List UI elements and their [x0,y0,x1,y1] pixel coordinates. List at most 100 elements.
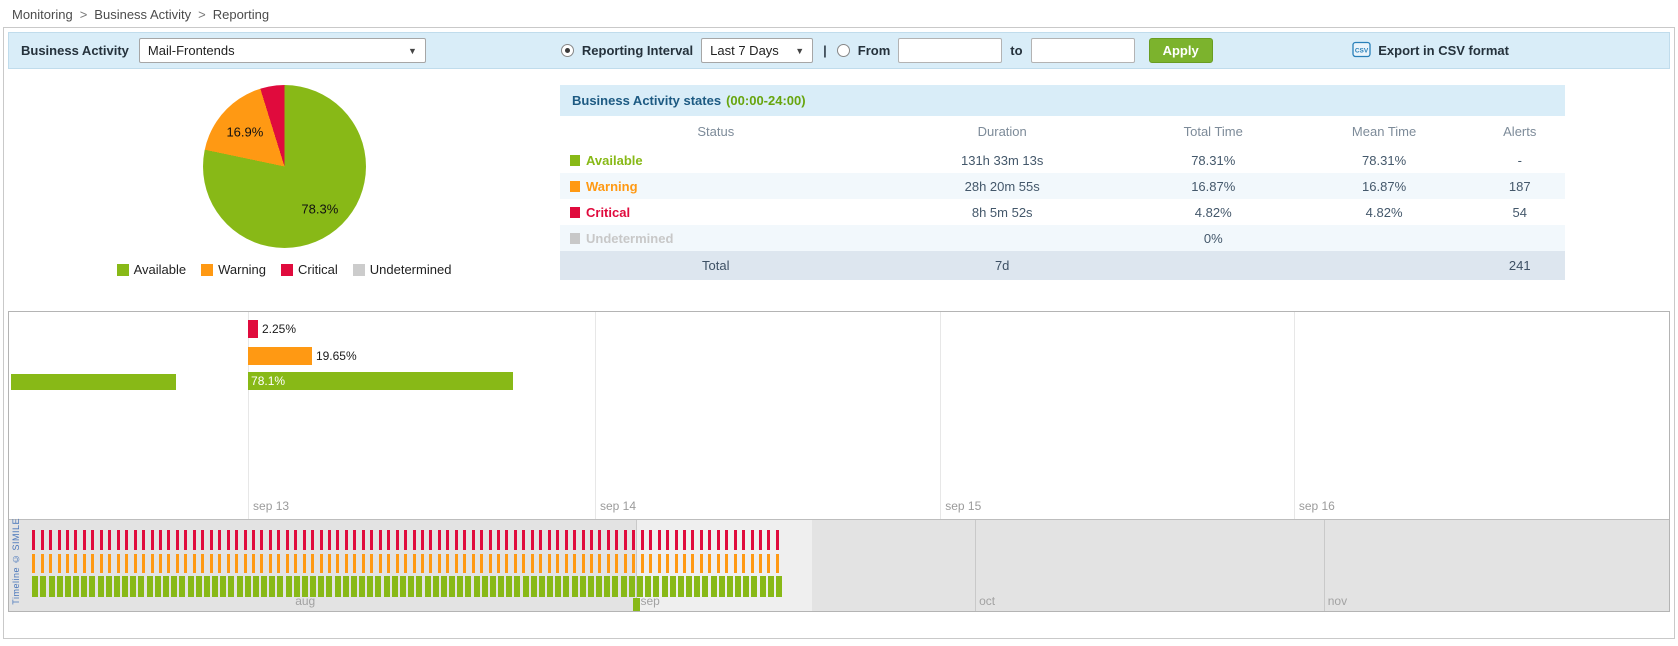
timeline-tick [294,530,297,550]
breadcrumb-reporting[interactable]: Reporting [213,7,269,22]
timeline-tick [700,554,703,573]
timeline-tick [269,576,275,597]
timeline-date-label: sep 14 [600,499,636,513]
timeline-tick [624,530,627,550]
timeline-tick [555,576,561,597]
column-header-total-time: Total Time [1133,116,1294,147]
mean-time-value: 78.31% [1294,147,1475,173]
legend-swatch [201,264,213,276]
timeline-tick [675,554,678,573]
reporting-interval-radio[interactable] [561,44,574,57]
custom-range-radio[interactable] [837,44,850,57]
timeline-tick [345,554,348,573]
timeline-tick [658,554,661,573]
to-label: to [1010,43,1022,58]
timeline-tick [66,554,69,573]
reporting-interval-select[interactable]: Last 7 Days ▼ [701,38,813,63]
timeline-tick [49,530,52,550]
table-row-total: Total 7d 241 [560,251,1565,280]
timeline-tick [387,554,390,573]
interval-controls: Reporting Interval Last 7 Days ▼ | From … [561,38,1213,63]
timeline-tick [83,554,86,573]
breadcrumb: Monitoring>Business Activity>Reporting [0,0,1678,27]
availability-pie-chart: 16.9%78.3% [203,85,366,248]
timeline-tick [563,576,569,597]
timeline-tick [125,530,128,550]
timeline-tick [65,576,71,597]
timeline-tick [547,576,553,597]
timeline-month-label: oct [979,594,995,608]
timeline-tick [686,576,692,597]
export-csv-button[interactable]: CSV Export in CSV format [1352,41,1509,61]
timeline-lower-band[interactable]: augsepoctnov [9,519,1669,611]
breadcrumb-monitoring[interactable]: Monitoring [12,7,73,22]
timeline-tick [303,530,306,550]
timeline-tick [489,530,492,550]
timeline-tick [40,576,46,597]
business-activity-label: Business Activity [21,43,129,58]
timeline-tick [433,576,439,597]
reporting-interval-label: Reporting Interval [582,43,693,58]
timeline-tick [670,576,676,597]
timeline-tick [193,530,196,550]
timeline-tick [717,530,720,550]
timeline-tick [286,554,289,573]
timeline-tick [58,554,61,573]
summary-section: 16.9%78.3% AvailableWarningCriticalUndet… [8,69,1670,295]
timeline-tick [89,576,95,597]
timeline-tick [641,554,644,573]
timeline-tick [768,576,774,597]
timeline-bar-label: 78.1% [251,374,285,388]
timeline-tick [438,554,441,573]
timeline-tick [74,530,77,550]
timeline-tick [531,554,534,573]
svg-text:CSV: CSV [1355,47,1369,54]
timeline-tick [548,530,551,550]
timeline-tick [759,554,762,573]
timeline-tick [482,576,488,597]
timeline-tick [691,554,694,573]
timeline-tick [598,554,601,573]
timeline-tick [218,554,221,573]
timeline-tick [359,576,365,597]
timeline-tick [522,554,525,573]
status-label: Warning [586,179,638,194]
timeline-tick [675,530,678,550]
status-swatch [570,181,580,192]
timeline-tick [57,576,63,597]
timeline-tick [193,554,196,573]
timeline-tick [362,530,365,550]
duration-value: 28h 20m 55s [872,173,1133,199]
to-date-input[interactable] [1031,38,1135,63]
timeline-tick [425,576,431,597]
from-date-input[interactable] [898,38,1002,63]
timeline-tick [328,554,331,573]
timeline-tick [612,576,618,597]
pie-legend: AvailableWarningCriticalUndetermined [117,262,452,277]
timeline-date-label: sep 13 [253,499,289,513]
timeline-tick [404,554,407,573]
report-container: Business Activity Mail-Frontends ▼ Repor… [3,27,1675,639]
business-activity-select[interactable]: Mail-Frontends ▼ [139,38,426,63]
breadcrumb-business-activity[interactable]: Business Activity [94,7,191,22]
apply-button[interactable]: Apply [1149,38,1213,63]
timeline-tick [41,554,44,573]
timeline-tick [244,554,247,573]
timeline-tick [335,576,341,597]
timeline-tick [261,576,267,597]
timeline-tick [666,554,669,573]
timeline-upper-band[interactable]: sep 13sep 14sep 15sep 162.25%19.65%78.1% [9,312,1669,519]
status-swatch [570,233,580,244]
timeline-tick [678,576,684,597]
states-panel-title: Business Activity states(00:00-24:00) [560,85,1565,116]
column-header-mean-time: Mean Time [1294,116,1475,147]
pie-slice-label: 16.9% [226,125,263,140]
timeline-tick [269,530,272,550]
timeline-tick [615,554,618,573]
timeline-tick [147,576,153,597]
timeline-tick [387,530,390,550]
timeline-tick [320,530,323,550]
total-mean-time [1294,251,1475,280]
timeline-tick [311,554,314,573]
status-swatch [570,155,580,166]
